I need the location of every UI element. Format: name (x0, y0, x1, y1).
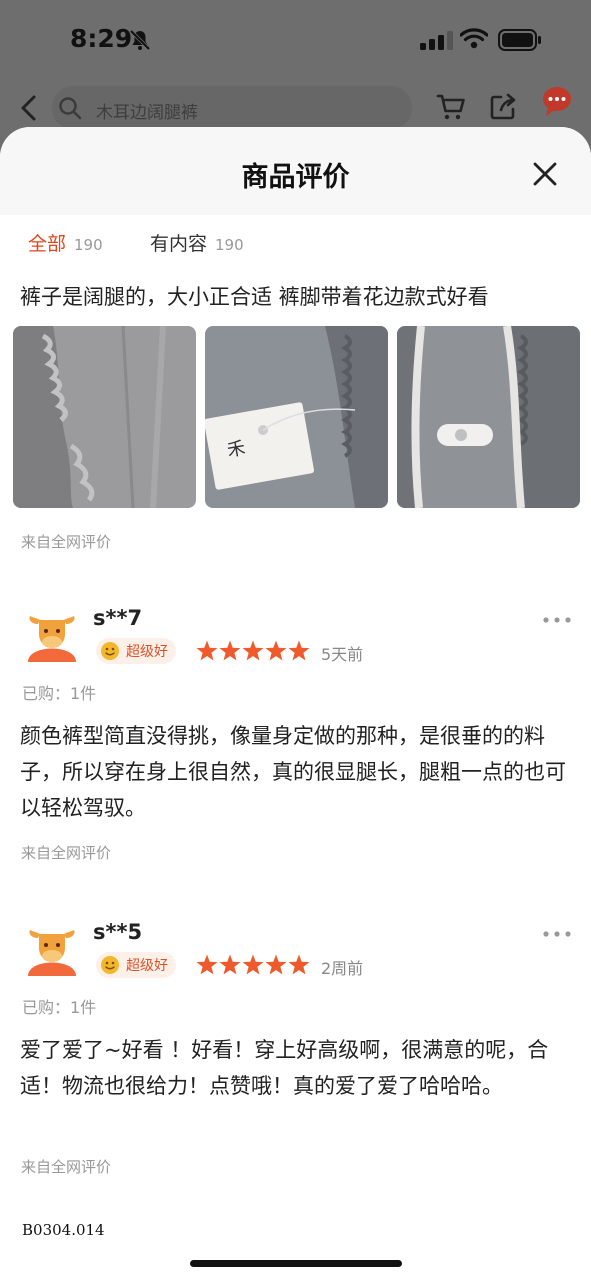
cart-icon[interactable] (436, 92, 466, 122)
tab-all-count: 190 (74, 236, 103, 254)
back-arrow-icon[interactable] (16, 94, 42, 122)
tab-all-label: 全部 (28, 233, 67, 255)
watermark-code: B0304.014 (22, 1221, 105, 1239)
sheet-header: 商品评价 (0, 127, 591, 215)
satisfaction-badge: 超级好 (96, 952, 176, 978)
more-options-icon[interactable] (541, 928, 573, 940)
star-icon (265, 954, 287, 975)
badge-label: 超级好 (126, 958, 168, 974)
star-icon (242, 954, 264, 975)
review-photo[interactable] (13, 326, 196, 508)
smiley-icon (101, 642, 119, 660)
review-date: 2周前 (321, 959, 364, 978)
avatar[interactable] (24, 610, 80, 666)
smiley-icon (101, 956, 119, 974)
home-indicator[interactable] (190, 1260, 402, 1267)
bell-muted-icon (129, 29, 151, 51)
star-rating (196, 954, 310, 975)
review-source-label: 来自全网评价 (21, 1158, 112, 1176)
review-photo[interactable]: 禾 (205, 326, 388, 508)
tab-all[interactable]: 全部 190 (28, 229, 103, 256)
star-icon (196, 954, 218, 975)
featured-review-text: 裤子是阔腿的，大小正合适 裤脚带着花边款式好看 (20, 285, 489, 309)
tab-with-content-count: 190 (215, 236, 244, 254)
star-icon (242, 640, 264, 661)
review-source-label: 来自全网评价 (21, 844, 112, 862)
review-text: 颜色裤型简直没得挑，像量身定做的那种，是很垂的的料子，所以穿在身上很自然，真的很… (20, 724, 566, 820)
star-icon (196, 640, 218, 661)
share-icon[interactable] (488, 92, 518, 122)
search-placeholder: 木耳边阔腿裤 (96, 103, 198, 123)
sheet-title: 商品评价 (241, 162, 350, 193)
star-icon (265, 640, 287, 661)
review-text: 爱了爱了~好看 ！好看！穿上好高级啊，很满意的呢，合适！物流也很给力！点赞哦！真… (20, 1038, 549, 1098)
tab-with-content[interactable]: 有内容 190 (150, 229, 244, 256)
battery-icon (498, 29, 541, 51)
svg-text:禾: 禾 (226, 438, 247, 462)
review-source-label: 来自全网评价 (21, 533, 112, 551)
avatar[interactable] (24, 924, 80, 980)
review-photo-strip: 禾 (13, 326, 580, 508)
status-bar: 8:29 (0, 0, 591, 80)
badge-label: 超级好 (126, 644, 168, 660)
star-rating (196, 640, 310, 661)
star-icon (288, 640, 310, 661)
close-icon[interactable] (528, 157, 562, 191)
review-photo[interactable] (397, 326, 580, 508)
satisfaction-badge: 超级好 (96, 638, 176, 664)
more-options-icon[interactable] (541, 614, 573, 626)
review-date: 5天前 (321, 645, 364, 664)
purchase-quantity: 已购：1件 (22, 684, 97, 703)
wifi-icon (460, 28, 488, 49)
star-icon (219, 640, 241, 661)
cellular-signal-icon (420, 31, 453, 50)
review-filter-tabs: 全部 190 有内容 190 (0, 223, 591, 263)
message-icon[interactable] (540, 86, 574, 118)
status-time: 8:29 (70, 24, 133, 53)
reviewer-name: s**5 (93, 920, 143, 944)
star-icon (288, 954, 310, 975)
reviewer-name: s**7 (93, 606, 143, 630)
tab-with-content-label: 有内容 (150, 233, 208, 255)
star-icon (219, 954, 241, 975)
search-icon (59, 97, 82, 120)
purchase-quantity: 已购：1件 (22, 998, 97, 1017)
reviews-sheet: 商品评价 全部 190 有内容 190 裤子是阔腿的，大小正合适 裤脚带着花边款式好… (0, 127, 591, 1280)
search-input[interactable]: 木耳边阔腿裤 (52, 86, 412, 130)
